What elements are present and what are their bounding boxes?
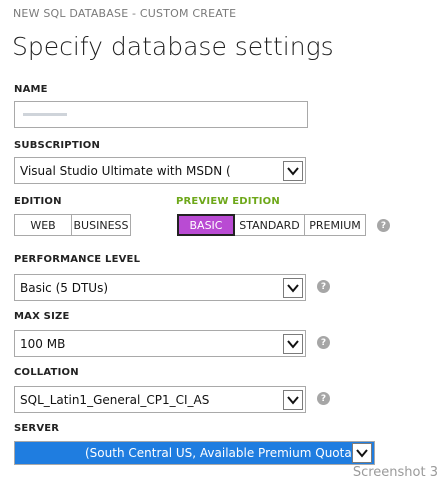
preview-edition-basic[interactable]: BASIC xyxy=(177,214,235,236)
name-label: NAME xyxy=(14,84,48,95)
preview-edition-standard[interactable]: STANDARD xyxy=(235,214,305,236)
screenshot-watermark: Screenshot 3 xyxy=(352,465,438,480)
server-select[interactable]: (South Central US, Available Premium Quo… xyxy=(14,441,375,465)
chevron-down-icon[interactable] xyxy=(283,389,303,410)
help-icon[interactable]: ? xyxy=(317,336,330,349)
preview-edition-premium[interactable]: PREMIUM xyxy=(305,214,366,236)
collation-label: COLLATION xyxy=(14,367,79,378)
edition-toggle[interactable]: WEB BUSINESS xyxy=(14,214,131,236)
edition-label: EDITION xyxy=(14,196,62,207)
performance-label: PERFORMANCE LEVEL xyxy=(14,254,141,265)
chevron-down-icon[interactable] xyxy=(283,333,303,354)
collation-value: SQL_Latin1_General_CP1_CI_AS xyxy=(20,392,210,407)
help-icon[interactable]: ? xyxy=(377,219,390,232)
edition-web[interactable]: WEB xyxy=(14,214,72,236)
preview-edition-toggle[interactable]: BASIC STANDARD PREMIUM xyxy=(177,214,366,236)
max-size-value: 100 MB xyxy=(20,336,66,351)
subscription-select[interactable]: Visual Studio Ultimate with MSDN ( xyxy=(14,157,306,184)
max-size-select[interactable]: 100 MB xyxy=(14,330,306,357)
performance-select[interactable]: Basic (5 DTUs) xyxy=(14,274,306,301)
subscription-label: SUBSCRIPTION xyxy=(14,140,101,151)
max-size-label: MAX SIZE xyxy=(14,311,70,322)
subscription-value: Visual Studio Ultimate with MSDN ( xyxy=(20,163,231,178)
collation-select[interactable]: SQL_Latin1_General_CP1_CI_AS xyxy=(14,386,306,413)
chevron-down-icon[interactable] xyxy=(283,160,303,181)
server-name-redaction xyxy=(19,446,85,460)
dialog-kicker: NEW SQL DATABASE - CUSTOM CREATE xyxy=(13,7,237,20)
chevron-down-icon[interactable] xyxy=(283,277,303,298)
chevron-down-icon[interactable] xyxy=(352,443,372,463)
server-value: (South Central US, Available Premium Quo… xyxy=(85,446,352,460)
performance-value: Basic (5 DTUs) xyxy=(20,280,109,295)
edition-business[interactable]: BUSINESS xyxy=(72,214,131,236)
preview-edition-label: PREVIEW EDITION xyxy=(176,196,280,207)
server-label: SERVER xyxy=(14,423,60,434)
name-redaction xyxy=(23,113,67,116)
help-icon[interactable]: ? xyxy=(317,392,330,405)
help-icon[interactable]: ? xyxy=(317,280,330,293)
page-title: Specify database settings xyxy=(12,32,334,61)
name-input[interactable] xyxy=(14,101,308,128)
